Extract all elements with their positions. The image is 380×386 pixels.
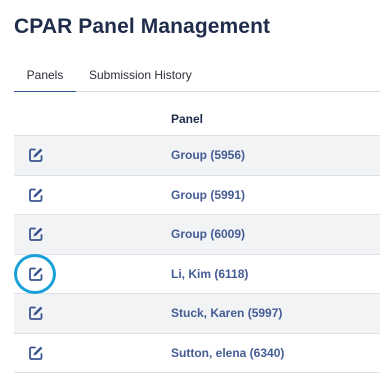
table-row: Li, Kim (6118) xyxy=(14,255,380,294)
edit-cell xyxy=(16,215,56,254)
edit-icon[interactable] xyxy=(28,266,44,282)
panel-link[interactable]: Group (5991) xyxy=(171,188,245,202)
edit-cell xyxy=(16,136,56,175)
edit-icon[interactable] xyxy=(28,305,44,321)
table-row: Group (5991) xyxy=(14,176,380,215)
edit-cell xyxy=(16,176,56,215)
panel-link[interactable]: Group (6009) xyxy=(171,227,245,241)
tab-panels[interactable]: Panels xyxy=(14,58,76,92)
table-row: Group (5956) xyxy=(14,136,380,176)
panel-table: Panel Group (5956) Group (5991) Group (6… xyxy=(14,102,380,373)
table-header: Panel xyxy=(14,102,380,136)
table-row: Stuck, Karen (5997) xyxy=(14,294,380,334)
panel-link[interactable]: Sutton, elena (6340) xyxy=(171,346,284,360)
panel-link[interactable]: Li, Kim (6118) xyxy=(171,267,248,281)
page-title: CPAR Panel Management xyxy=(14,15,271,38)
column-header-panel: Panel xyxy=(171,111,204,126)
table-row: Group (6009) xyxy=(14,215,380,255)
edit-cell xyxy=(16,255,56,294)
edit-icon[interactable] xyxy=(28,187,44,203)
panel-link[interactable]: Stuck, Karen (5997) xyxy=(171,306,282,320)
tab-submission-history[interactable]: Submission History xyxy=(89,58,192,92)
edit-cell xyxy=(16,334,56,373)
edit-icon[interactable] xyxy=(28,226,44,242)
edit-cell xyxy=(16,294,56,333)
table-row: Sutton, elena (6340) xyxy=(14,334,380,373)
panel-link[interactable]: Group (5956) xyxy=(171,148,245,162)
tab-bar: Panels Submission History xyxy=(14,58,380,92)
edit-icon[interactable] xyxy=(28,345,44,361)
edit-icon[interactable] xyxy=(28,147,44,163)
